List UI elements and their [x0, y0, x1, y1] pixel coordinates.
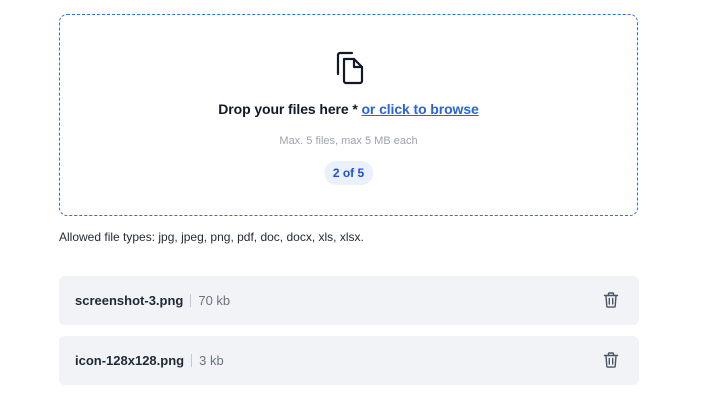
file-size: 3 kb	[199, 353, 224, 368]
allowed-file-types: Allowed file types: jpg, jpeg, png, pdf,…	[59, 230, 364, 244]
file-upload-page: Drop your files here * or click to brows…	[0, 0, 706, 407]
file-info: screenshot-3.png 70 kb	[75, 276, 230, 325]
file-name: icon-128x128.png	[75, 353, 185, 368]
dropzone-hint: Max. 5 files, max 5 MB each	[279, 135, 418, 147]
file-separator	[190, 294, 192, 307]
file-size: 70 kb	[198, 293, 231, 308]
file-dropzone[interactable]: Drop your files here * or click to brows…	[59, 14, 638, 216]
dropzone-title: Drop your files here * or click to brows…	[60, 101, 637, 117]
file-info: icon-128x128.png 3 kb	[75, 336, 224, 385]
file-separator	[191, 354, 193, 367]
file-list-item: icon-128x128.png 3 kb	[59, 336, 639, 385]
file-count-badge: 2 of 5	[323, 161, 374, 185]
file-name: screenshot-3.png	[75, 293, 184, 308]
files-copy-icon	[336, 51, 364, 85]
trash-icon[interactable]	[602, 351, 620, 369]
trash-icon[interactable]	[602, 291, 620, 309]
dropzone-title-text: Drop your files here *	[218, 101, 358, 117]
browse-link[interactable]: or click to browse	[361, 101, 478, 117]
file-list-item: screenshot-3.png 70 kb	[59, 276, 639, 325]
